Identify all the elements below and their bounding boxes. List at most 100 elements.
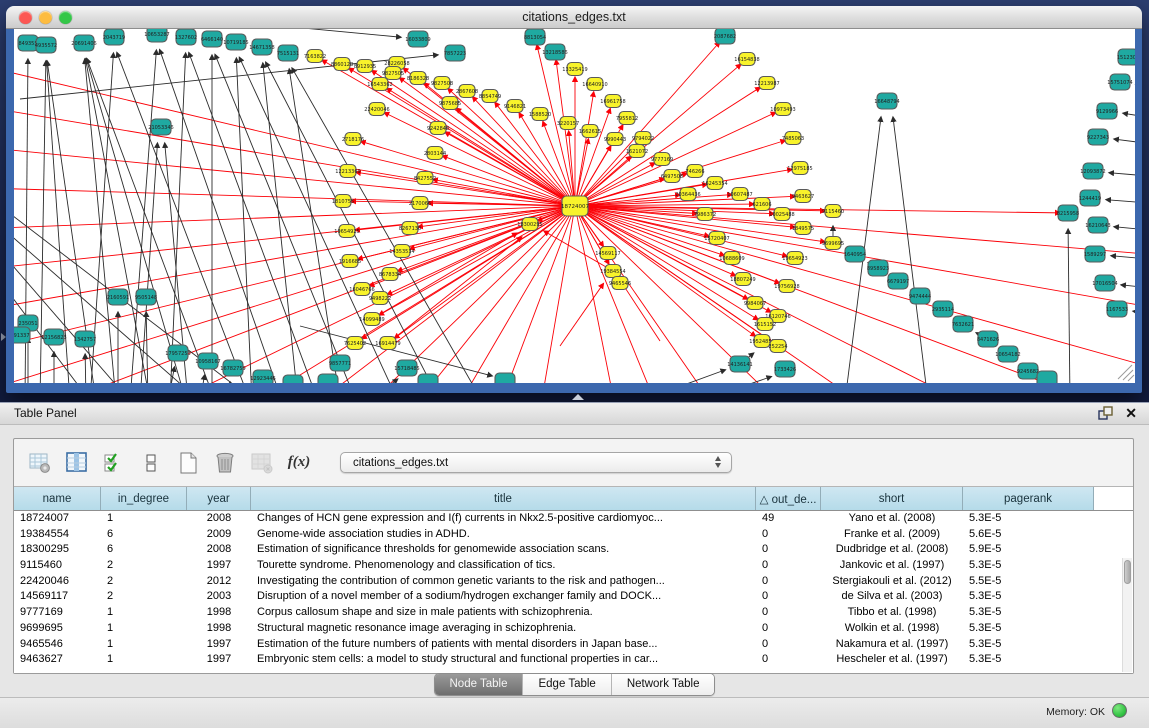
graph-node[interactable]: 16154838 [734, 53, 759, 66]
graph-node[interactable]: 18724007 [561, 196, 589, 216]
graph-node[interactable] [495, 373, 515, 383]
graph-node[interactable]: 10688609 [719, 252, 744, 265]
graph-node[interactable]: 6466140 [201, 31, 223, 47]
graph-node[interactable]: 9794022 [632, 132, 654, 145]
graph-node[interactable]: 1167533 [1106, 301, 1128, 317]
graph-node[interactable]: 7625402 [344, 337, 366, 350]
table-row[interactable]: 2242004622012Investigating the contribut… [14, 574, 1133, 590]
graph-node[interactable]: 16648794 [874, 93, 899, 109]
graph-node[interactable]: 18807249 [730, 273, 755, 286]
graph-node[interactable]: 12156823 [41, 329, 66, 345]
graph-node[interactable]: 1621072 [626, 145, 648, 158]
node-table[interactable]: namein_degreeyeartitle△ out_de...shortpa… [14, 486, 1133, 673]
graph-node[interactable]: 14569117 [595, 247, 620, 260]
graph-node[interactable]: 1589297 [1084, 246, 1106, 262]
row-select-icon[interactable] [102, 451, 126, 475]
graph-node[interactable]: 10958167 [195, 353, 220, 369]
graph-node[interactable]: 2043719 [103, 29, 125, 45]
graph-node[interactable]: 9245682 [1017, 363, 1039, 379]
graph-node[interactable] [283, 375, 303, 383]
graph-node[interactable]: 1342757 [74, 331, 96, 347]
graph-node[interactable]: 7986372 [694, 208, 716, 221]
network-window-titlebar[interactable]: citations_edges.txt [6, 6, 1142, 29]
graph-node[interactable]: 391337 [14, 327, 30, 343]
graph-node[interactable]: 8813054 [524, 29, 546, 45]
column-header-in_degree[interactable]: in_degree [101, 487, 187, 510]
graph-node[interactable]: 7632621 [952, 316, 974, 332]
graph-node[interactable]: 2803144 [424, 147, 446, 160]
graph-node[interactable]: 19756928 [774, 280, 799, 293]
graph-node[interactable]: 8854749 [479, 90, 501, 103]
function-builder-icon[interactable]: f(x) [287, 451, 311, 475]
graph-node[interactable]: 16914479 [375, 337, 400, 350]
minimize-window-icon[interactable] [39, 11, 52, 24]
node-table-body[interactable]: 1872400712008Changes of HCN gene express… [14, 511, 1133, 668]
graph-node[interactable]: 9474444 [909, 288, 931, 304]
graph-node[interactable]: 252254 [768, 340, 787, 353]
table-row[interactable]: 1830029562008Estimation of significance … [14, 542, 1133, 558]
table-row[interactable]: 1938455462009Genome-wide association stu… [14, 527, 1133, 543]
column-header-pagerank[interactable]: pagerank [963, 487, 1094, 510]
graph-node[interactable]: 12923446 [250, 370, 275, 383]
graph-node[interactable]: 13325419 [562, 63, 587, 76]
vertical-scrollbar[interactable] [1122, 558, 1132, 672]
graph-node[interactable]: 12093872 [1080, 163, 1105, 179]
column-select-icon[interactable] [65, 451, 89, 475]
graph-node[interactable]: 16245354 [702, 177, 727, 190]
graph-node[interactable]: 9115460 [822, 205, 844, 218]
table-row[interactable]: 969969511998Structural magnetic resonanc… [14, 621, 1133, 637]
graph-node[interactable]: 16046766 [349, 283, 374, 296]
graph-node[interactable]: 746266 [685, 165, 704, 178]
table-settings-icon[interactable] [28, 451, 52, 475]
network-file-select[interactable]: citations_edges.txt [340, 452, 732, 473]
graph-node[interactable]: 1916685 [339, 255, 361, 268]
graph-node[interactable]: 7163822 [304, 50, 326, 63]
graph-node[interactable]: 9242848 [427, 122, 449, 135]
graph-node[interactable]: 8186328 [407, 72, 429, 85]
new-file-icon[interactable] [176, 451, 200, 475]
graph-node[interactable]: 9875685 [439, 97, 461, 110]
graph-node[interactable]: 7515131 [277, 45, 299, 61]
graph-node[interactable]: 1244419 [1079, 190, 1101, 206]
graph-node[interactable]: 1512307 [1117, 49, 1135, 65]
table-row[interactable]: 946554611997Estimation of the future num… [14, 637, 1133, 653]
graph-node[interactable]: 13218586 [542, 44, 567, 60]
graph-node[interactable]: 8678334 [379, 268, 401, 281]
table-panel-header[interactable]: Table Panel ✕ [0, 402, 1149, 425]
graph-node[interactable]: 8860128 [331, 58, 353, 71]
graph-node[interactable]: 17016504 [1092, 275, 1117, 291]
graph-node[interactable]: 1849575 [792, 222, 814, 235]
graph-node[interactable]: 2935114 [932, 301, 954, 317]
graph-node[interactable]: 1810755 [332, 195, 354, 208]
graph-node[interactable]: 19654925 [334, 225, 359, 238]
graph-node[interactable]: 1327602 [175, 29, 197, 45]
graph-node[interactable]: 7485063 [782, 132, 804, 145]
graph-node[interactable] [318, 374, 338, 383]
graph-node[interactable]: 17957253 [165, 345, 190, 361]
graph-node[interactable]: 9463627 [792, 190, 814, 203]
table-row[interactable]: 977716911998Corpus callosum shape and si… [14, 605, 1133, 621]
table-row[interactable]: 1456911722003Disruption of a novel membe… [14, 589, 1133, 605]
tab-network-table[interactable]: Network Table [611, 674, 715, 695]
graph-node[interactable]: 2160591 [107, 289, 129, 305]
table-type-tabs[interactable]: Node TableEdge TableNetwork Table [434, 673, 716, 696]
column-header-short[interactable]: short [821, 487, 963, 510]
close-window-icon[interactable] [19, 11, 32, 24]
graph-node[interactable]: 6497508 [661, 170, 683, 183]
scrollbar-thumb[interactable] [1124, 560, 1131, 584]
graph-node[interactable]: 8215958 [1057, 205, 1079, 221]
graph-node[interactable]: 9990443 [604, 133, 626, 146]
graph-node[interactable]: 16961758 [600, 95, 625, 108]
graph-node[interactable]: 9129966 [1096, 103, 1118, 119]
graph-node[interactable]: 1640954 [844, 246, 866, 262]
graph-node[interactable]: 7857223 [444, 45, 466, 61]
graph-node[interactable]: 10654182 [995, 346, 1020, 362]
graph-node[interactable]: 15720407 [704, 232, 729, 245]
stacked-rows-icon[interactable] [139, 451, 163, 475]
table-row[interactable]: 911546021997Tourette syndrome. Phenomeno… [14, 558, 1133, 574]
graph-node[interactable] [1037, 371, 1057, 383]
graph-node[interactable]: 4935572 [35, 37, 57, 53]
graph-node[interactable]: 8958923 [867, 260, 889, 276]
graph-node[interactable]: 21053346 [148, 119, 173, 135]
graph-node[interactable]: 8267130 [399, 222, 421, 235]
